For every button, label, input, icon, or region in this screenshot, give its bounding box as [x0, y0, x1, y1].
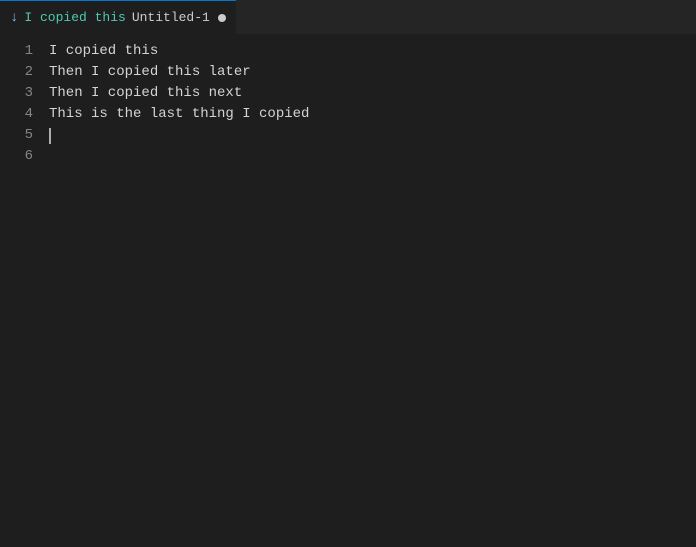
editor-area[interactable]: 1 2 3 4 5 6 I copied this Then I copied …	[0, 35, 696, 547]
line-number-4: 4	[8, 104, 33, 125]
cursor	[49, 128, 51, 144]
line-4-text: This is the last thing I copied	[49, 104, 309, 125]
line-2-text: Then I copied this later	[49, 62, 251, 83]
tab-icon: ↓	[10, 10, 18, 26]
tab-bar: ↓ I copied this Untitled-1	[0, 0, 696, 35]
tab-filename: Untitled-1	[132, 10, 210, 25]
line-number-2: 2	[8, 62, 33, 83]
line-number-1: 1	[8, 41, 33, 62]
code-line-2: Then I copied this later	[49, 62, 696, 83]
line-1-text: I copied this	[49, 41, 158, 62]
line-numbers: 1 2 3 4 5 6	[0, 41, 45, 547]
tab-active-text: I copied this	[24, 10, 125, 25]
line-number-3: 3	[8, 83, 33, 104]
code-line-1: I copied this	[49, 41, 696, 62]
line-number-5: 5	[8, 125, 33, 146]
line-number-6: 6	[8, 146, 33, 167]
code-line-5	[49, 125, 696, 146]
line-3-text: Then I copied this next	[49, 83, 242, 104]
code-line-4: This is the last thing I copied	[49, 104, 696, 125]
code-content[interactable]: I copied this Then I copied this later T…	[45, 41, 696, 547]
code-line-3: Then I copied this next	[49, 83, 696, 104]
active-tab[interactable]: ↓ I copied this Untitled-1	[0, 0, 236, 34]
tab-modified-dot	[218, 14, 226, 22]
code-line-6	[49, 146, 696, 167]
